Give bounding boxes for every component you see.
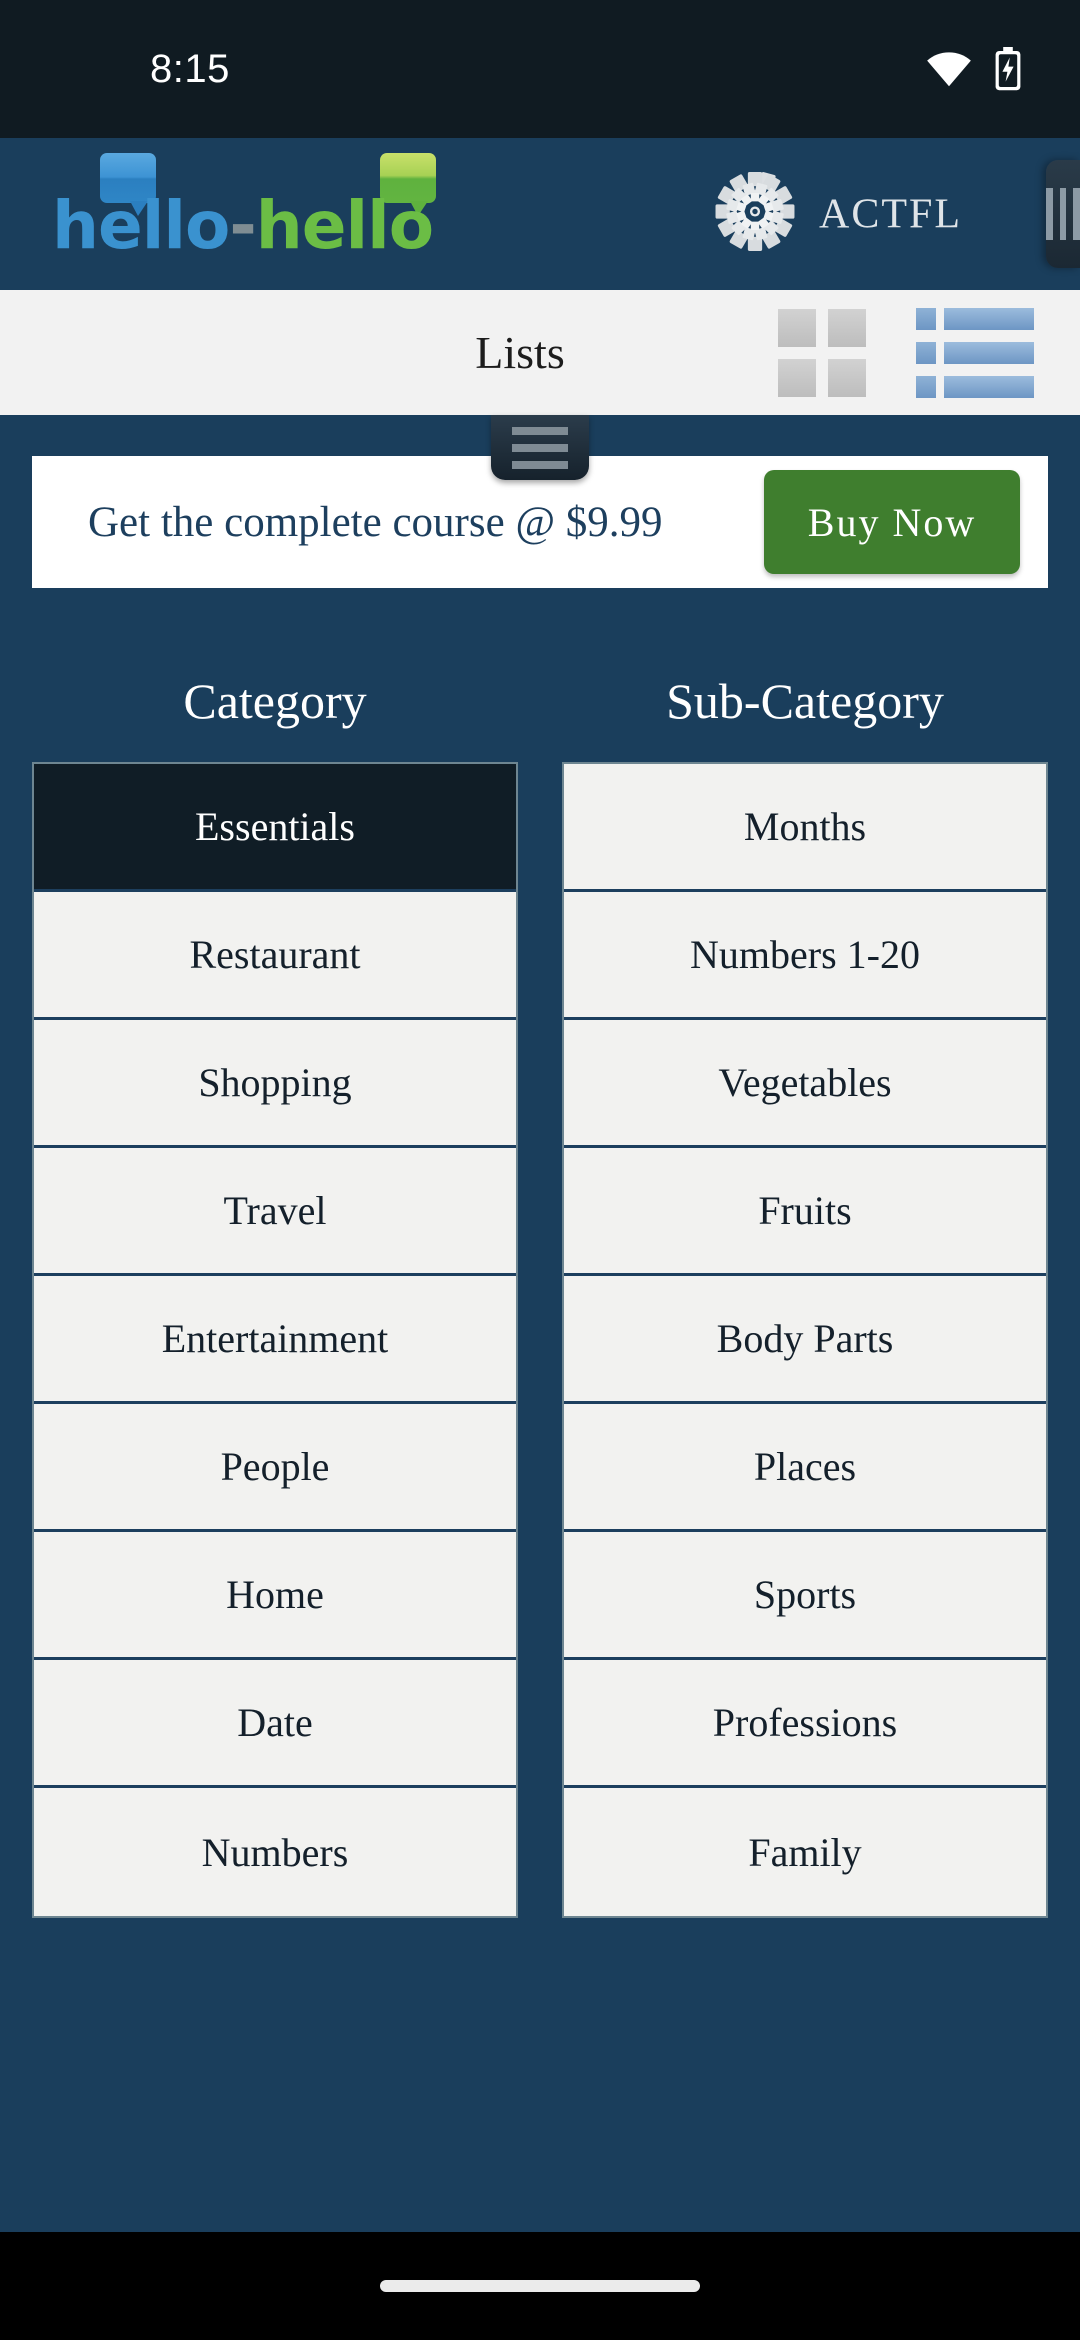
- sub-category-column: Sub-Category Months Numbers 1-20 Vegetable…: [540, 672, 1080, 1918]
- home-indicator-pill[interactable]: [380, 2280, 700, 2292]
- drawer-handle-bar: [1046, 188, 1053, 240]
- logo-part-two: hello: [255, 187, 434, 264]
- sub-category-item[interactable]: Vegetables: [564, 1020, 1046, 1148]
- category-column: Category Essentials Restaurant Shopping Tra…: [0, 672, 540, 1918]
- list-line: [944, 341, 1034, 364]
- category-item-label: Restaurant: [189, 932, 361, 977]
- sub-category-item-label: Family: [748, 1829, 862, 1875]
- status-icon-group: [926, 47, 1022, 91]
- sub-category-item[interactable]: Professions: [564, 1660, 1046, 1788]
- sub-category-item-label: Body Parts: [716, 1316, 894, 1361]
- sub-category-item[interactable]: Numbers 1-20: [564, 892, 1046, 1020]
- sub-category-item[interactable]: Months: [564, 764, 1046, 892]
- list-line: [944, 307, 1034, 330]
- category-item[interactable]: Restaurant: [34, 892, 516, 1020]
- app-logo[interactable]: hello-hello: [52, 153, 436, 259]
- grid-cell: [778, 358, 816, 397]
- category-item-label: Travel: [223, 1188, 327, 1233]
- battery-charging-icon: [994, 47, 1022, 91]
- sub-category-item-label: Vegetables: [718, 1060, 892, 1105]
- category-item[interactable]: Essentials: [34, 764, 516, 892]
- sub-category-item-label: Places: [753, 1444, 857, 1489]
- sub-category-item-label: Fruits: [758, 1188, 852, 1233]
- app-header: hello-hello ACTFL: [0, 138, 1080, 290]
- status-time: 8:15: [150, 46, 230, 91]
- grid-cell: [828, 308, 866, 347]
- sub-category-header: Sub-Category: [666, 673, 944, 729]
- list-view-icon[interactable]: [916, 307, 1034, 398]
- grid-cell: [828, 358, 866, 397]
- grid-cell: [778, 308, 816, 347]
- lists-columns: Category Essentials Restaurant Shopping Tra…: [0, 672, 1080, 1918]
- promo-text: Get the complete course @ $9.99: [88, 498, 663, 546]
- category-item[interactable]: Entertainment: [34, 1276, 516, 1404]
- category-item[interactable]: Travel: [34, 1148, 516, 1276]
- category-item[interactable]: Numbers: [34, 1788, 516, 1916]
- sub-category-item[interactable]: Fruits: [564, 1148, 1046, 1276]
- hamburger-tab-icon[interactable]: [491, 415, 589, 480]
- category-header: Category: [183, 673, 367, 729]
- category-item[interactable]: Date: [34, 1660, 516, 1788]
- grid-view-icon[interactable]: [778, 308, 866, 397]
- sub-category-list: Months Numbers 1-20 Vegetables Fruits Body P…: [562, 762, 1048, 1918]
- list-line: [944, 375, 1034, 398]
- actfl-rosette-icon: [713, 170, 797, 259]
- view-toggle-group: [778, 307, 1034, 398]
- drawer-handle-bar: [1059, 188, 1067, 240]
- drawer-handle-icon[interactable]: [1046, 160, 1080, 268]
- category-item-label: Entertainment: [161, 1316, 389, 1361]
- logo-dash: -: [229, 187, 256, 264]
- category-item-label: Date: [237, 1700, 313, 1745]
- logo-part-one: hello: [52, 187, 230, 264]
- sub-category-item[interactable]: Family: [564, 1788, 1046, 1916]
- category-item-label: Shopping: [198, 1060, 352, 1105]
- buy-now-button[interactable]: Buy Now: [764, 470, 1020, 574]
- sub-category-item[interactable]: Body Parts: [564, 1276, 1046, 1404]
- list-row: [916, 341, 1034, 364]
- sub-category-item[interactable]: Sports: [564, 1532, 1046, 1660]
- sub-category-item-label: Numbers 1-20: [690, 932, 920, 977]
- wifi-icon: [926, 51, 972, 87]
- category-item[interactable]: People: [34, 1404, 516, 1532]
- list-bullet: [916, 307, 936, 330]
- actfl-branding[interactable]: ACTFL: [713, 170, 962, 259]
- category-item-label: Essentials: [195, 804, 355, 849]
- lists-toolbar: Lists: [0, 290, 1080, 415]
- list-row: [916, 307, 1034, 330]
- sub-category-item-label: Sports: [753, 1572, 857, 1617]
- hamburger-bar: [512, 443, 568, 452]
- app-screen: 8:15 hello-hello ACTFL Lists Get the com…: [0, 0, 1080, 2340]
- drawer-handle-bar: [1073, 188, 1080, 240]
- category-item-label: Numbers: [201, 1829, 349, 1875]
- sub-category-item-label: Months: [743, 804, 867, 849]
- list-row: [916, 375, 1034, 398]
- category-item[interactable]: Shopping: [34, 1020, 516, 1148]
- category-list: Essentials Restaurant Shopping Travel Entert…: [32, 762, 518, 1918]
- system-nav-bar: [0, 2232, 1080, 2340]
- list-bullet: [916, 341, 936, 364]
- list-bullet: [916, 375, 936, 398]
- sub-category-item-label: Professions: [712, 1700, 898, 1745]
- hamburger-bar: [512, 460, 568, 469]
- sub-category-item[interactable]: Places: [564, 1404, 1046, 1532]
- status-bar: 8:15: [0, 0, 1080, 138]
- category-item-label: People: [220, 1444, 330, 1489]
- hamburger-bar: [512, 426, 568, 435]
- category-item[interactable]: Home: [34, 1532, 516, 1660]
- actfl-label: ACTFL: [818, 191, 962, 237]
- category-item-label: Home: [226, 1572, 324, 1617]
